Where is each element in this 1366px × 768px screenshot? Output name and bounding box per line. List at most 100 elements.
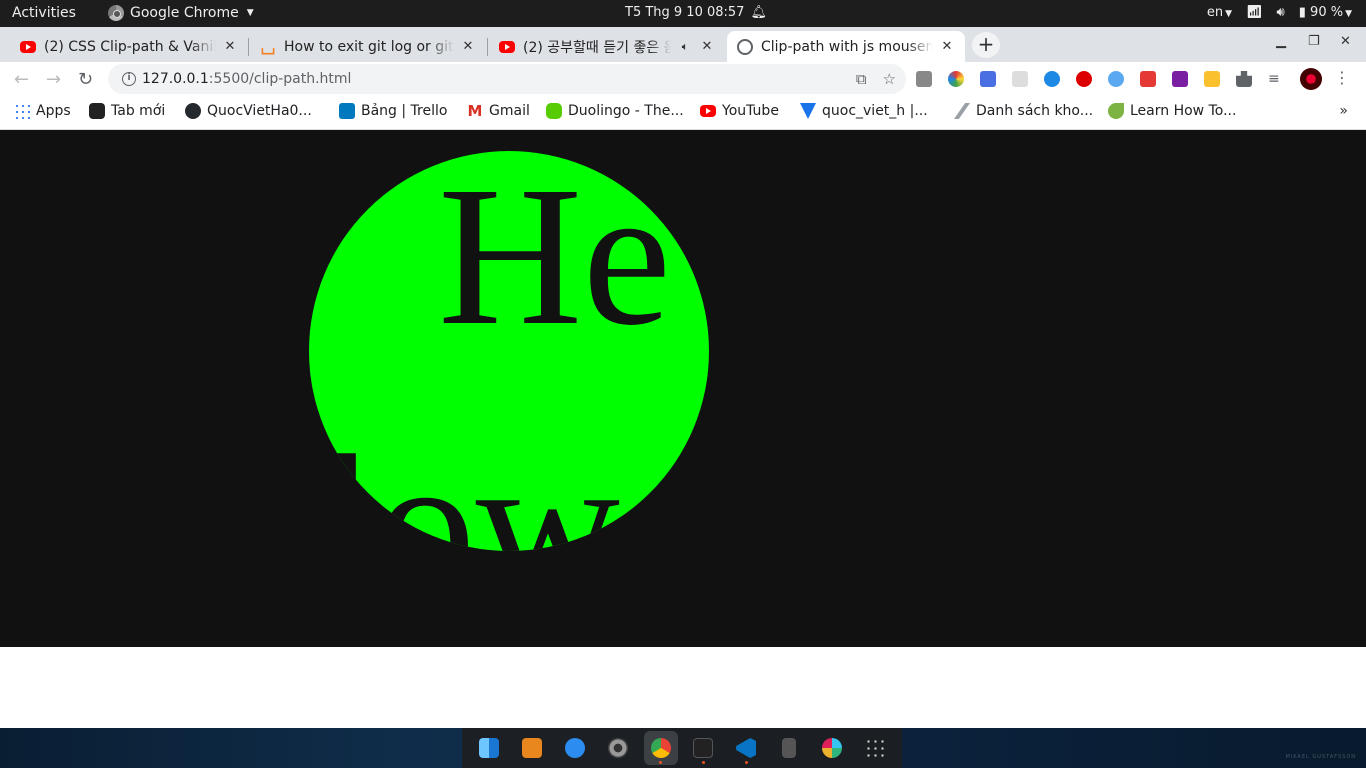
page-viewport: He low: [0, 131, 1366, 728]
bookmark-github[interactable]: QuocVietHa0...: [185, 103, 312, 119]
app-store-icon: [564, 738, 585, 758]
clock-text: T5 Thg 9 10 08:57: [625, 5, 745, 20]
caret-down-icon: ▼: [246, 8, 254, 18]
extension-flag-icon[interactable]: [916, 71, 932, 87]
close-icon[interactable]: ✕: [460, 39, 476, 54]
bookmark-learn-how[interactable]: Learn How To...: [1108, 103, 1236, 119]
vscode-icon: [736, 738, 757, 758]
new-tab-icon: [89, 103, 105, 119]
dock-terminal[interactable]: [686, 731, 720, 765]
dock-app-store[interactable]: [558, 731, 592, 765]
keyboard-layout[interactable]: en ▼: [1207, 5, 1232, 20]
extension-tag-icon[interactable]: [1204, 71, 1220, 87]
notification-bell-icon: 🔔︎: [750, 5, 767, 20]
bookmark-star-icon[interactable]: ☆: [883, 70, 896, 88]
shield-icon[interactable]: [1140, 71, 1156, 87]
tab-css-clip-path[interactable]: (2) CSS Clip-path & Vanilla JS ✕: [10, 31, 248, 62]
tab-title: (2) CSS Clip-path & Vanilla JS: [44, 38, 216, 55]
slack-icon: [821, 738, 842, 758]
bookmark-apps[interactable]: Apps: [14, 103, 71, 119]
stackoverflow-icon: [261, 48, 275, 55]
bookmark-duolingo[interactable]: Duolingo - The...: [546, 103, 684, 119]
adblock-icon[interactable]: [1076, 71, 1092, 87]
running-indicator: [659, 761, 663, 764]
chrome-icon: [650, 738, 671, 758]
more-menu-icon[interactable]: ⋮: [1334, 68, 1350, 87]
translate-icon[interactable]: ⧉: [856, 70, 867, 88]
volume-icon: 🔊︎: [1276, 5, 1285, 20]
running-indicator: [701, 761, 705, 764]
app-grid-icon: [864, 738, 885, 758]
dock: [462, 728, 902, 768]
tab-clip-path-js[interactable]: Clip-path with js mousemove ✕: [727, 31, 965, 62]
dock-presentation[interactable]: [515, 731, 549, 765]
bookmark-danh-sach[interactable]: Danh sách kho...: [954, 103, 1093, 119]
water-drop-icon[interactable]: [1044, 71, 1060, 87]
infinity-icon[interactable]: [1172, 71, 1188, 87]
minimize-icon[interactable]: ▁: [1276, 34, 1286, 49]
dock-vscode[interactable]: [729, 731, 763, 765]
media-queue-icon[interactable]: ≡: [1268, 71, 1284, 87]
address-bar[interactable]: i 127.0.0.1:5500/clip-path.html ⧉ ☆: [108, 64, 906, 94]
browser-toolbar: ← → ↻ i 127.0.0.1:5500/clip-path.html ⧉ …: [0, 62, 1366, 96]
github-icon: [185, 103, 201, 119]
battery-icon: ▮: [1298, 5, 1306, 20]
leaf-icon: [1108, 103, 1124, 119]
google-translate-icon[interactable]: [980, 71, 996, 87]
bookmark-youtube[interactable]: YouTube: [700, 103, 779, 119]
dock-settings[interactable]: [601, 731, 635, 765]
settings-icon: [607, 738, 628, 758]
wallpaper-credit: MIKAEL GUSTAFSSON: [1285, 754, 1356, 760]
restore-icon[interactable]: ❐: [1308, 34, 1320, 49]
tab-separator: [248, 38, 249, 56]
close-icon[interactable]: ✕: [939, 39, 955, 54]
bookmark-quoc-viet[interactable]: quoc_viet_h |...: [800, 103, 928, 119]
dock-slack[interactable]: [815, 731, 849, 765]
system-tray[interactable]: en ▼ 📶︎ 🔊︎ ▮ 90 % ▼: [1207, 5, 1352, 20]
dock-calculator[interactable]: [772, 731, 806, 765]
new-tab-button[interactable]: +: [972, 32, 1000, 58]
back-arrow-icon[interactable]: ←: [14, 69, 29, 90]
activities-button[interactable]: Activities: [12, 5, 76, 21]
bookmark-new-tab[interactable]: Tab mới: [89, 103, 165, 119]
pen-icon[interactable]: [1108, 71, 1124, 87]
close-icon[interactable]: ✕: [699, 39, 715, 54]
info-icon[interactable]: i: [122, 72, 136, 86]
desktop-dock-area: MIKAEL GUSTAFSSON: [0, 728, 1366, 768]
url-host: 127.0.0.1: [142, 71, 209, 87]
finder-icon: [479, 738, 500, 758]
color-picker-icon[interactable]: [948, 71, 964, 87]
bookmarks-bar: Apps Tab mới QuocVietHa0... Bảng | Trell…: [0, 96, 1366, 130]
reload-icon[interactable]: ↻: [78, 69, 93, 90]
calculator-icon: [781, 738, 796, 758]
forward-arrow-icon[interactable]: →: [46, 69, 61, 90]
more-bookmarks-icon[interactable]: »: [1339, 103, 1348, 119]
youtube-icon: [20, 40, 36, 53]
bookmark-trello[interactable]: Bảng | Trello: [339, 103, 447, 119]
freecodecamp-icon: [800, 103, 816, 119]
app-name: Google Chrome: [130, 5, 239, 21]
close-window-icon[interactable]: ✕: [1340, 34, 1351, 49]
youtube-icon: [499, 40, 515, 53]
close-icon[interactable]: ✕: [222, 39, 238, 54]
bookmark-gmail[interactable]: M Gmail: [467, 103, 530, 119]
terminal-icon: [693, 738, 714, 758]
tab-music[interactable]: (2) 공부할때 듣기 좋은 음악 🔈︎ ✕: [489, 31, 725, 62]
dock-finder[interactable]: [472, 731, 506, 765]
app-menu[interactable]: Google Chrome ▼: [108, 5, 254, 21]
profile-avatar[interactable]: [1300, 68, 1322, 90]
hero-section[interactable]: He low: [0, 131, 1366, 647]
feather-icon: [954, 103, 970, 119]
react-devtools-icon[interactable]: [1012, 71, 1028, 87]
speaker-icon[interactable]: 🔈︎: [677, 40, 693, 54]
puzzle-icon[interactable]: [1236, 71, 1252, 87]
tab-title: How to exit git log or git diff: [284, 38, 454, 55]
tab-separator: [487, 38, 488, 56]
tab-git-log[interactable]: How to exit git log or git diff ✕: [250, 31, 486, 62]
clock[interactable]: T5 Thg 9 10 08:57 🔔︎: [625, 5, 767, 20]
globe-icon: [737, 38, 753, 55]
dock-show-apps[interactable]: [858, 731, 892, 765]
duolingo-icon: [546, 103, 562, 119]
dock-chrome[interactable]: [643, 731, 678, 765]
chrome-icon: [108, 5, 124, 21]
